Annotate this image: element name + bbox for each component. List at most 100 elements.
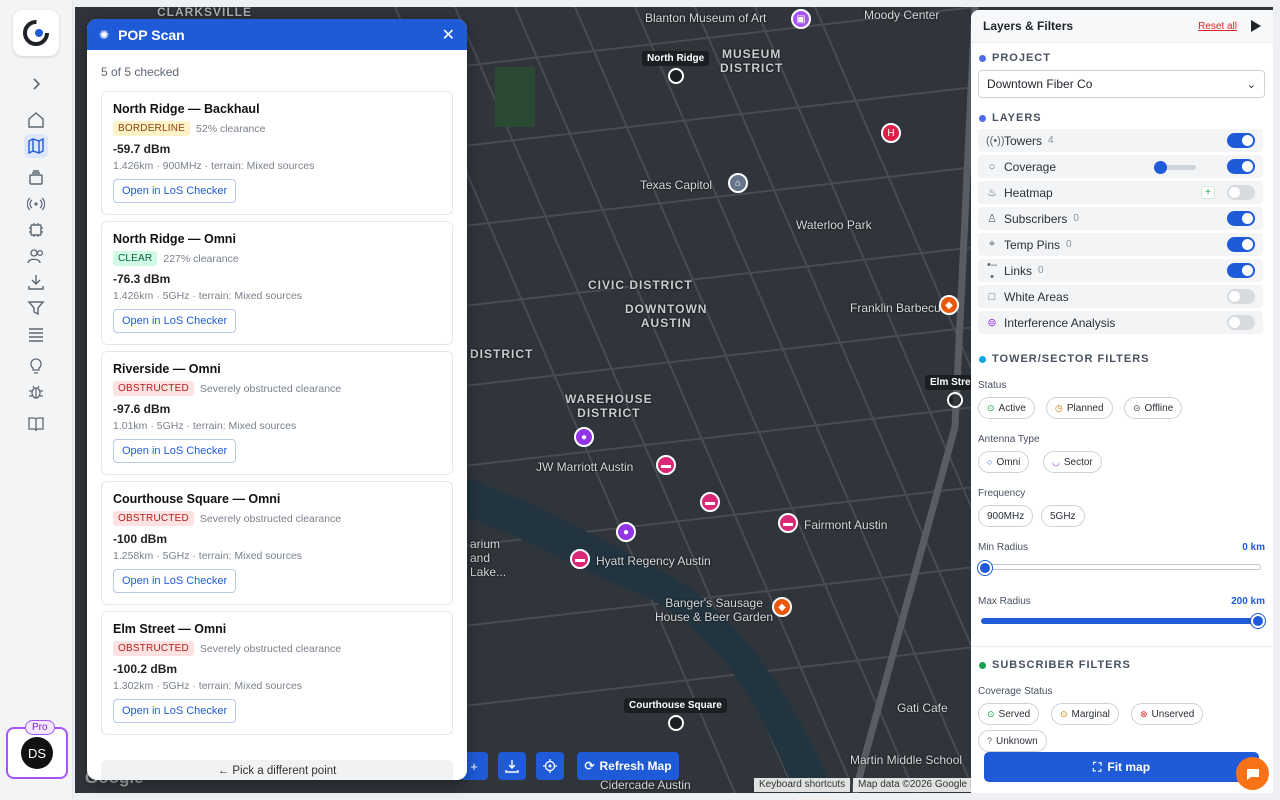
open-los-checker-button[interactable]: Open in LoS Checker [113, 439, 237, 463]
broadcast-icon: ((•)) [986, 134, 1005, 147]
broadcast-icon[interactable] [24, 192, 48, 216]
max-radius-value: 200 km [1231, 596, 1265, 607]
layer-label: White Areas [1004, 289, 1069, 304]
layer-row-subscribers[interactable]: ♙ Subscribers 0 [978, 207, 1263, 230]
project-select[interactable]: Downtown Fiber Co ⌄ [978, 70, 1265, 98]
status-chip-active[interactable]: ⊙ Active [978, 397, 1035, 419]
coverage-chip-served[interactable]: ⊙ Served [978, 703, 1040, 725]
refresh-map-button[interactable]: ⟳ Refresh Map [577, 752, 679, 780]
locate-button[interactable] [536, 752, 564, 780]
map-label-moody: Moody Center [864, 8, 940, 22]
layer-toggle[interactable] [1227, 159, 1255, 174]
download-button[interactable] [498, 752, 526, 780]
layer-label: Heatmap [1004, 185, 1053, 200]
map-label-clarksville: CLARKSVILLE [157, 7, 252, 19]
min-radius-value: 0 km [1242, 542, 1265, 553]
expand-chevron-icon[interactable] [24, 72, 48, 96]
project-heading: PROJECT [971, 52, 1273, 64]
map-icon[interactable] [24, 134, 48, 158]
reset-all-link[interactable]: Reset all [1198, 21, 1237, 32]
book-icon[interactable] [24, 412, 48, 436]
keyboard-shortcuts-link[interactable]: Keyboard shortcuts [754, 778, 850, 792]
clock-icon: ◷ [1055, 402, 1063, 413]
status-chip-offline[interactable]: ⊝ Offline [1124, 397, 1183, 419]
pop-scan-title: POP Scan [118, 26, 185, 43]
layer-row-coverage[interactable]: ○ Coverage [978, 155, 1263, 178]
hospital-poi-icon[interactable]: H [881, 123, 901, 143]
bug-icon[interactable] [24, 380, 48, 404]
fit-map-button[interactable]: ⛶ Fit map [984, 752, 1259, 782]
poi-icon[interactable]: ● [616, 522, 636, 542]
slider-thumb[interactable] [1154, 161, 1167, 174]
result-meta: 1.302km · 5GHz · terrain: Mixed sources [113, 680, 303, 692]
project-select-value: Downtown Fiber Co [987, 77, 1093, 91]
hotel-poi-icon[interactable]: ▬ [570, 549, 590, 569]
layer-row-interference-analysis[interactable]: ⊚ Interference Analysis [978, 311, 1263, 334]
close-button[interactable]: ✕ [442, 25, 455, 45]
layers-icon[interactable] [24, 166, 48, 190]
interference-icon: ⊚ [987, 317, 997, 329]
min-radius-slider[interactable] [978, 561, 1261, 575]
layer-row-temp-pins[interactable]: ⌖ Temp Pins 0 [978, 233, 1263, 256]
poi-icon[interactable]: ● [574, 427, 594, 447]
frequency-chip-5ghz[interactable]: 5GHz [1041, 505, 1085, 527]
layer-toggle[interactable] [1227, 133, 1255, 148]
list-icon[interactable] [24, 322, 48, 346]
chip-icon[interactable] [24, 218, 48, 242]
chat-support-button[interactable] [1236, 757, 1269, 790]
pick-different-point-button[interactable]: ← Pick a different point [101, 760, 453, 780]
layer-toggle[interactable] [1227, 289, 1255, 304]
open-los-checker-button[interactable]: Open in LoS Checker [113, 309, 237, 333]
coverage-opacity-slider[interactable] [1154, 161, 1196, 174]
layer-row-links[interactable]: •–• Links 0 [978, 259, 1263, 283]
coverage-chip-unknown[interactable]: ? Unknown [978, 730, 1047, 752]
hotel-poi-icon[interactable]: ▬ [778, 513, 798, 533]
open-los-checker-button[interactable]: Open in LoS Checker [113, 569, 237, 593]
home-icon[interactable] [24, 108, 48, 132]
max-radius-slider[interactable] [981, 614, 1265, 628]
users-icon[interactable] [24, 244, 48, 268]
museum-poi-icon[interactable]: ▣ [791, 9, 811, 29]
coverage-chip-marginal[interactable]: ⊙ Marginal [1051, 703, 1119, 725]
collapse-panel-icon[interactable] [1251, 20, 1261, 32]
restaurant-poi-icon[interactable]: ◆ [939, 295, 959, 315]
filter-icon[interactable] [24, 296, 48, 320]
open-los-checker-button[interactable]: Open in LoS Checker [113, 179, 237, 203]
open-los-checker-button[interactable]: Open in LoS Checker [113, 699, 237, 723]
antenna-chip-omni[interactable]: ○ Omni [978, 451, 1030, 473]
slider-thumb[interactable] [1251, 614, 1265, 628]
coverage-chip-unserved[interactable]: ⊗ Unserved [1131, 703, 1204, 725]
heatmap-add-button[interactable]: + [1201, 186, 1215, 199]
hotel-poi-icon[interactable]: ▬ [656, 455, 676, 475]
layer-toggle[interactable] [1227, 237, 1255, 252]
layer-toggle[interactable] [1227, 211, 1255, 226]
app-logo[interactable] [13, 10, 59, 56]
download-icon[interactable] [24, 270, 48, 294]
tower-marker-north-ridge[interactable] [668, 68, 684, 84]
antenna-chip-sector[interactable]: ◡ Sector [1043, 451, 1102, 473]
slider-thumb[interactable] [978, 561, 992, 575]
layer-toggle[interactable] [1227, 185, 1255, 200]
bulb-icon[interactable] [24, 354, 48, 378]
tower-filters-heading: TOWER/SECTOR FILTERS [971, 353, 1158, 365]
layer-row-heatmap[interactable]: ♨ Heatmap + [978, 181, 1263, 204]
hotel-poi-icon[interactable]: ▬ [700, 492, 720, 512]
frequency-chip-900mhz[interactable]: 900MHz [978, 505, 1034, 527]
layer-row-towers[interactable]: ((•)) Towers 4 [978, 129, 1263, 152]
layer-toggle[interactable] [1227, 315, 1255, 330]
restaurant-poi-icon[interactable]: ◆ [772, 597, 792, 617]
left-rail: Pro DS [0, 0, 73, 800]
result-status-row: BORDERLINE 52% clearance [113, 121, 441, 136]
check-circle-icon: ⊙ [987, 402, 995, 413]
layer-row-white-areas[interactable]: □ White Areas [978, 285, 1263, 308]
status-chip-planned[interactable]: ◷ Planned [1046, 397, 1113, 419]
tower-marker-courthouse[interactable] [668, 715, 684, 731]
subscriber-filters-heading: SUBSCRIBER FILTERS [971, 659, 1139, 671]
layer-toggle[interactable] [1227, 263, 1255, 278]
scan-result-card: Courthouse Square — Omni OBSTRUCTED Seve… [101, 481, 453, 605]
scan-result-card: Elm Street — Omni OBSTRUCTED Severely ob… [101, 611, 453, 735]
sector-icon: ◡ [1052, 456, 1060, 467]
tower-marker-elm-street[interactable] [947, 392, 963, 408]
avatar[interactable]: DS [21, 737, 53, 769]
landmark-poi-icon[interactable]: ⌂ [728, 173, 748, 193]
